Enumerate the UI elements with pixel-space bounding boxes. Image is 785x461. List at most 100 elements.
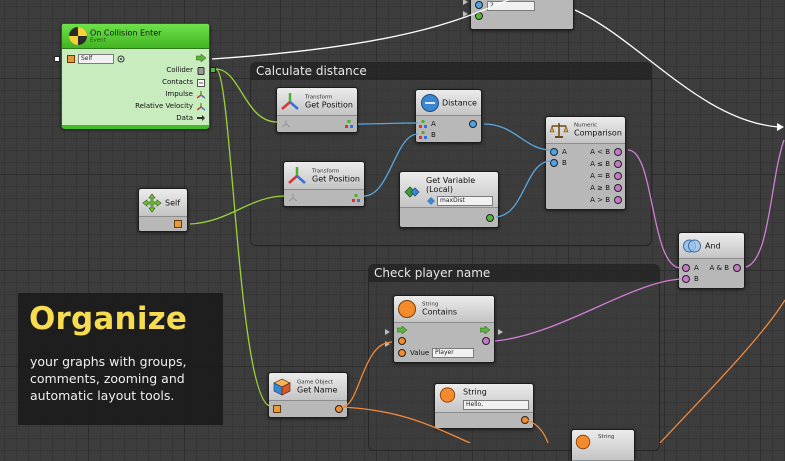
node-string-partial[interactable]: String bbox=[571, 429, 635, 461]
node-distance[interactable]: Distance A B bbox=[415, 89, 482, 143]
collider-icon bbox=[197, 67, 205, 75]
output-equal-port[interactable] bbox=[614, 172, 622, 180]
node-string-hello[interactable]: String Hello, bbox=[434, 383, 534, 429]
wire-control-arrow bbox=[777, 123, 784, 131]
node-title: Get Position bbox=[312, 174, 360, 184]
output-less-label: A < B bbox=[590, 148, 610, 156]
variable-icon bbox=[404, 186, 420, 198]
enter-input-arrow[interactable] bbox=[397, 326, 407, 334]
vector3-output-icon bbox=[345, 120, 353, 128]
node-title: And bbox=[705, 240, 721, 250]
string-icon bbox=[575, 434, 591, 450]
target-picker-icon[interactable] bbox=[117, 55, 125, 63]
output-relative-velocity-label: Relative Velocity bbox=[135, 102, 193, 110]
node-title: Get Name bbox=[297, 385, 338, 395]
variable-name-field[interactable]: maxDist bbox=[437, 196, 493, 206]
bool-output-port[interactable] bbox=[482, 337, 490, 345]
control-input-port[interactable] bbox=[463, 0, 468, 5]
value-field[interactable]: 2 bbox=[487, 1, 535, 11]
value-label: Value bbox=[410, 349, 430, 357]
node-title: Contains bbox=[422, 307, 458, 317]
gameobject-cube-icon bbox=[273, 378, 291, 396]
vector3-input-icon bbox=[419, 131, 427, 139]
group-title[interactable]: Calculate distance bbox=[251, 63, 651, 80]
output-greater-port[interactable] bbox=[614, 196, 622, 204]
node-title: Distance bbox=[442, 97, 477, 107]
output-greater-label: A > B bbox=[590, 196, 610, 204]
transform-icon bbox=[288, 166, 306, 184]
and-logic-icon bbox=[683, 239, 701, 252]
string-icon bbox=[439, 387, 456, 403]
node-and[interactable]: And A B A & B bbox=[678, 232, 745, 289]
node-title: Get Position bbox=[305, 100, 353, 110]
collider-output-port[interactable] bbox=[210, 67, 216, 73]
node-gameobject-get-name[interactable]: Game Object Get Name bbox=[268, 372, 348, 418]
output-impulse-label: Impulse bbox=[165, 90, 193, 98]
node-partial-top[interactable]: 2 bbox=[463, 0, 574, 30]
control-input-port[interactable] bbox=[385, 329, 390, 335]
input-a-label: A bbox=[694, 264, 699, 272]
name-output-port[interactable] bbox=[335, 405, 343, 413]
node-numeric-comparison[interactable]: Numeric Comparison A B A < B A ≤ B A = B… bbox=[545, 116, 626, 210]
float-output-port[interactable] bbox=[469, 120, 477, 128]
string-output-port[interactable] bbox=[521, 416, 529, 424]
input-b-label: B bbox=[431, 131, 436, 139]
value-output-port[interactable] bbox=[486, 214, 494, 222]
node-title: Get Variable bbox=[426, 176, 476, 185]
vector3-input-icon bbox=[419, 120, 427, 128]
trigger-output-arrow[interactable] bbox=[196, 54, 206, 62]
input-a-port[interactable] bbox=[550, 148, 558, 156]
node-get-variable[interactable]: Get Variable (Local) maxDist bbox=[399, 171, 499, 228]
control-output-port[interactable] bbox=[498, 329, 503, 335]
target-field[interactable]: Self bbox=[78, 54, 114, 64]
exit-output-arrow[interactable] bbox=[480, 326, 490, 334]
feature-description: your graphs with groups, comments, zoomi… bbox=[30, 354, 187, 403]
data-icon bbox=[197, 115, 205, 121]
node-title: Comparison bbox=[574, 128, 622, 138]
input-b-port[interactable] bbox=[550, 159, 558, 167]
distance-icon bbox=[421, 93, 439, 112]
feature-title: Organize bbox=[29, 301, 188, 337]
variable-type-icon bbox=[427, 197, 435, 205]
value-input-port[interactable] bbox=[475, 1, 483, 9]
input-a-label: A bbox=[431, 120, 436, 128]
impulse-icon bbox=[197, 91, 205, 99]
node-on-collision-enter[interactable]: On Collision Enter Event Self Collider C… bbox=[54, 23, 216, 129]
node-scope: (Local) bbox=[426, 185, 453, 195]
output-less-equal-port[interactable] bbox=[614, 160, 622, 168]
value-link-port[interactable] bbox=[385, 341, 390, 347]
node-transform-get-position-2[interactable]: Transform Get Position bbox=[283, 161, 365, 207]
string-icon bbox=[398, 300, 416, 318]
wire-and-out bbox=[745, 139, 785, 268]
node-transform-get-position-1[interactable]: Transform Get Position bbox=[276, 87, 358, 133]
feature-callout-panel: Organize your graphs with groups, commen… bbox=[18, 293, 223, 425]
group-title[interactable]: Check player name bbox=[369, 265, 659, 282]
output-less-port[interactable] bbox=[614, 148, 622, 156]
node-kind: Event bbox=[90, 37, 106, 44]
input-b-port[interactable] bbox=[682, 275, 690, 283]
value-input-port[interactable] bbox=[398, 349, 406, 357]
value-field[interactable]: Player bbox=[432, 348, 474, 358]
gameobject-output-icon bbox=[174, 220, 182, 228]
output-data-label: Data bbox=[176, 114, 193, 122]
contacts-icon bbox=[197, 79, 205, 87]
input-b-label: B bbox=[694, 275, 699, 283]
output-greater-equal-label: A ≥ B bbox=[590, 184, 610, 192]
control-input-port[interactable] bbox=[463, 11, 468, 17]
node-self[interactable]: Self bbox=[138, 188, 188, 232]
output-label: A & B bbox=[709, 264, 730, 272]
self-icon bbox=[142, 192, 162, 213]
output-equal-label: A = B bbox=[590, 172, 610, 180]
transform-input-icon bbox=[282, 120, 290, 128]
string-value-field[interactable]: Hello, bbox=[463, 400, 529, 410]
node-string-contains[interactable]: String Contains Value Player bbox=[385, 295, 503, 363]
object-input-port[interactable] bbox=[475, 12, 483, 20]
output-collider-label: Collider bbox=[166, 66, 193, 74]
string-input-port[interactable] bbox=[398, 337, 406, 345]
output-greater-equal-port[interactable] bbox=[614, 184, 622, 192]
gameobject-icon bbox=[67, 55, 75, 63]
input-a-port[interactable] bbox=[682, 264, 690, 272]
output-port[interactable] bbox=[733, 264, 741, 272]
target-input-port[interactable] bbox=[54, 56, 60, 62]
node-title: On Collision Enter bbox=[90, 28, 162, 38]
